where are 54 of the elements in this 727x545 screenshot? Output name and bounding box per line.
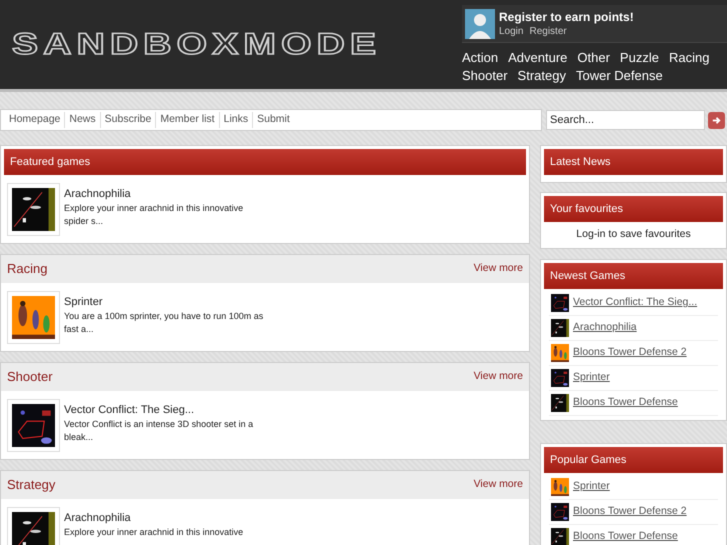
- game-title[interactable]: Sprinter: [64, 295, 264, 309]
- account-link[interactable]: Login: [499, 24, 524, 38]
- panel-header: Your favourites: [544, 196, 723, 222]
- category-title: Strategy: [7, 476, 56, 494]
- register-prompt: Register to earn points!: [499, 8, 634, 24]
- category-link[interactable]: Shooter: [462, 67, 508, 85]
- category-link[interactable]: Other: [577, 49, 610, 67]
- game-link[interactable]: Arachnophilia: [573, 320, 637, 336]
- nav-link[interactable]: Member list: [155, 112, 219, 128]
- nav-link[interactable]: Homepage: [5, 112, 64, 128]
- view-more-link[interactable]: View more: [474, 261, 523, 277]
- game-thumbnail[interactable]: [7, 183, 60, 236]
- category-link[interactable]: Strategy: [518, 67, 566, 85]
- game-link[interactable]: Vector Conflict: The Sieg...: [573, 295, 698, 311]
- game-link[interactable]: Bloons Tower Defense: [573, 529, 678, 545]
- panel-header: Newest Games: [544, 263, 723, 289]
- game-link[interactable]: Bloons Tower Defense: [573, 395, 678, 411]
- game-link[interactable]: Sprinter: [573, 479, 610, 495]
- search-field[interactable]: Search...: [546, 110, 705, 130]
- category-link[interactable]: Puzzle: [620, 49, 659, 67]
- nav-link[interactable]: Links: [218, 112, 252, 128]
- game-description: You are a 100m sprinter, you have to run 100m as fast a...: [64, 310, 264, 336]
- game-thumbnail[interactable]: [7, 507, 60, 545]
- favourites-message: Log-in to save favourites: [575, 227, 692, 242]
- category-link[interactable]: Adventure: [508, 49, 568, 67]
- game-title[interactable]: Vector Conflict: The Sieg...: [64, 403, 264, 417]
- game-description: Explore your inner arachnid in this innovative: [64, 526, 244, 539]
- nav-link[interactable]: Submit: [252, 112, 294, 128]
- section-header: Featured games: [4, 149, 526, 175]
- category-link[interactable]: Tower Defense: [576, 67, 663, 85]
- category-title: Shooter: [7, 368, 53, 386]
- panel-header: Latest News: [544, 149, 723, 175]
- panel-header: Popular Games: [544, 447, 723, 473]
- search-button[interactable]: [708, 112, 725, 128]
- game-description: Explore your inner arachnid in this innovative spider s...: [64, 202, 244, 228]
- account-link[interactable]: Register: [529, 24, 567, 38]
- nav-link[interactable]: Subscribe: [100, 112, 156, 128]
- game-link[interactable]: Sprinter: [573, 370, 610, 386]
- game-title[interactable]: Arachnophilia: [64, 511, 264, 525]
- view-more-link[interactable]: View more: [474, 369, 523, 385]
- category-link[interactable]: Racing: [668, 49, 710, 67]
- game-thumbnail[interactable]: [7, 291, 60, 344]
- category-link[interactable]: Action: [462, 49, 498, 67]
- view-more-link[interactable]: View more: [474, 477, 523, 493]
- site-logo[interactable]: SANDBOXMODE: [12, 30, 382, 60]
- game-description: Vector Conflict is an intense 3D shooter set in a bleak...: [64, 418, 254, 444]
- game-link[interactable]: Bloons Tower Defense 2: [573, 504, 687, 520]
- game-link[interactable]: Bloons Tower Defense 2: [573, 345, 687, 361]
- game-thumbnail[interactable]: [7, 399, 60, 452]
- category-title: Racing: [7, 260, 48, 278]
- nav-link[interactable]: News: [64, 112, 100, 128]
- arrow-right-icon: [711, 114, 722, 126]
- avatar-icon: [465, 8, 495, 38]
- game-title[interactable]: Arachnophilia: [64, 187, 264, 201]
